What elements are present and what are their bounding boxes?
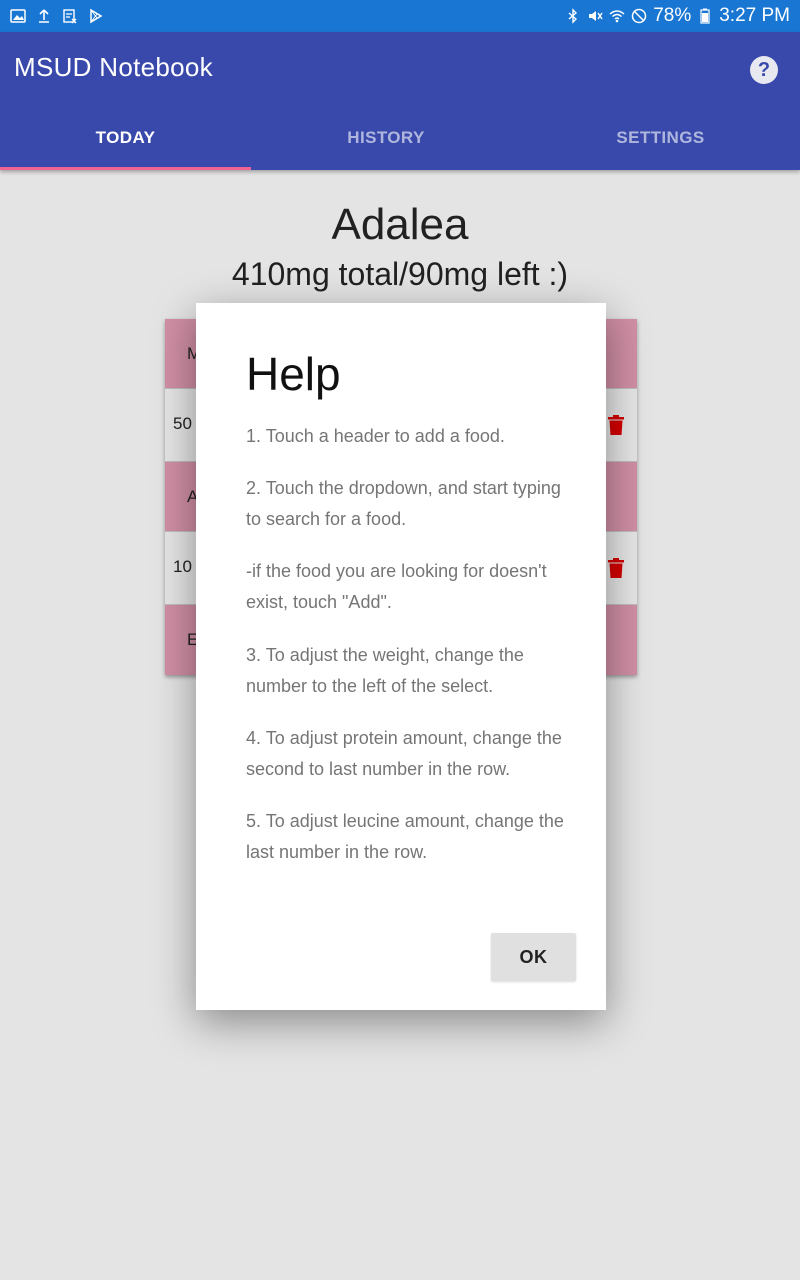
help-dialog: Help 1. Touch a header to add a food. 2.… <box>196 303 606 1010</box>
help-step-2-note: -if the food you are looking for doesn't… <box>246 561 547 612</box>
dialog-title: Help <box>246 348 341 400</box>
help-step-4: 4. To adjust protein amount, change the … <box>246 728 562 779</box>
ok-button[interactable]: OK <box>491 933 576 981</box>
dialog-overlay[interactable]: Help 1. Touch a header to add a food. 2.… <box>0 0 800 1280</box>
help-step-3: 3. To adjust the weight, change the numb… <box>246 645 524 696</box>
help-step-2: 2. Touch the dropdown, and start typing … <box>246 478 561 529</box>
help-step-1: 1. Touch a header to add a food. <box>246 426 505 446</box>
help-step-5: 5. To adjust leucine amount, change the … <box>246 811 564 862</box>
